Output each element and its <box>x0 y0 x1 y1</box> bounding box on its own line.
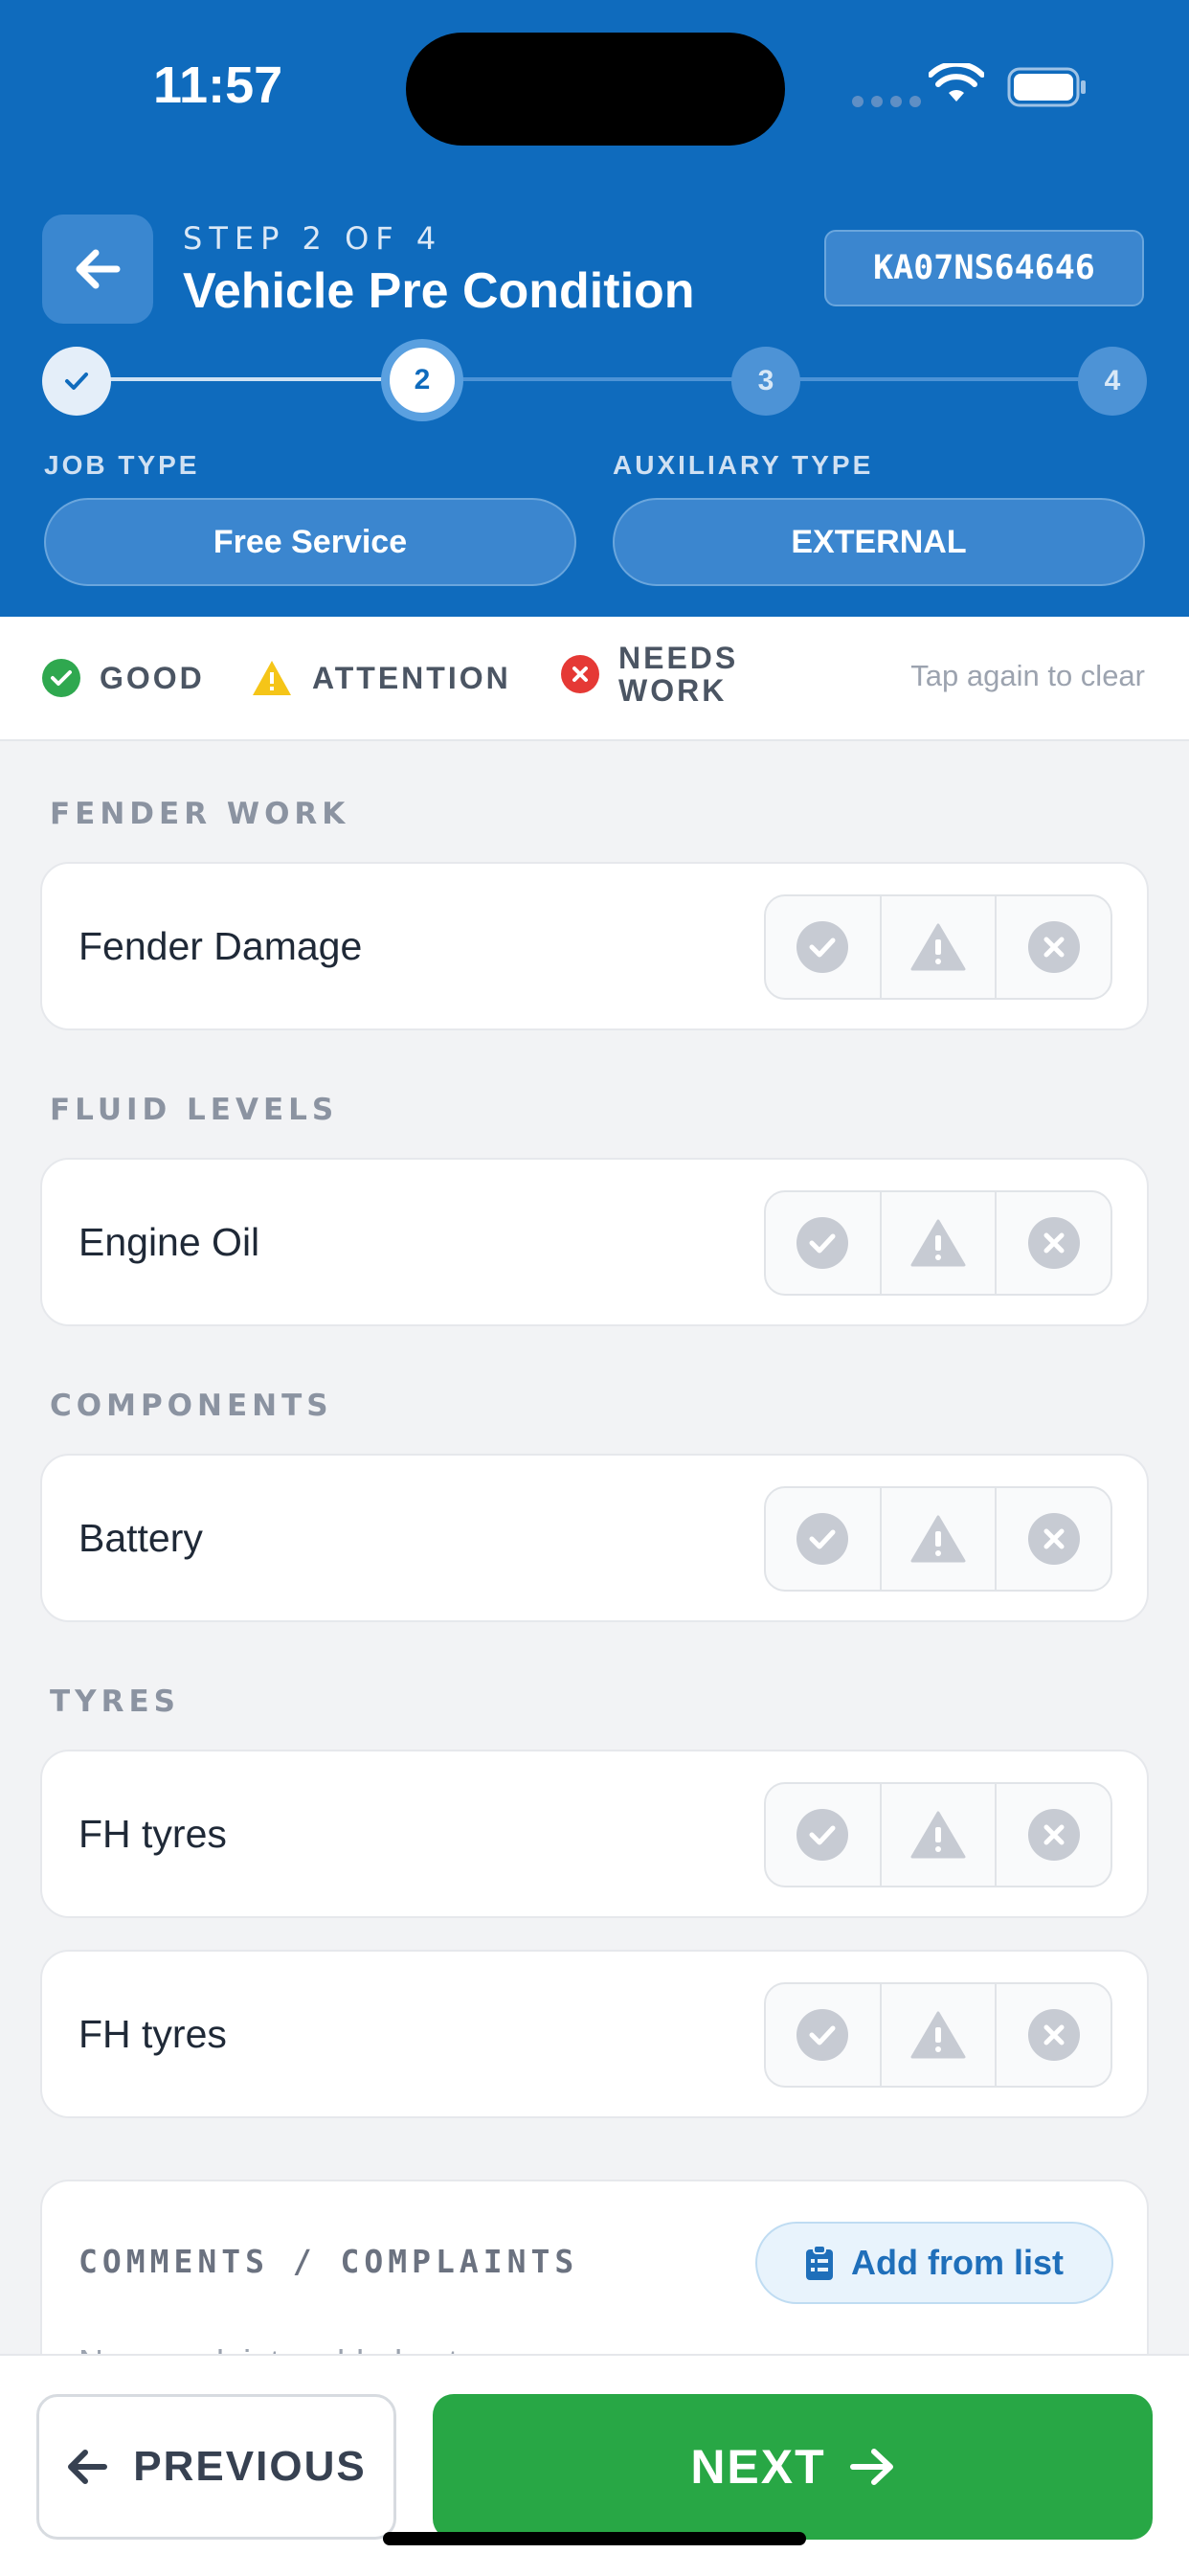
arrow-left-icon <box>68 2450 108 2484</box>
check-circle-icon <box>796 1217 849 1269</box>
mark-attention-button[interactable] <box>882 1192 998 1294</box>
page-title: Vehicle Pre Condition <box>183 263 695 319</box>
item-label: Battery <box>79 1515 203 1560</box>
item-label: Fender Damage <box>79 923 363 968</box>
x-circle-icon <box>1027 2009 1080 2061</box>
step-label: STEP 2 OF 4 <box>183 220 443 257</box>
step-3-upcoming: 3 <box>731 347 800 416</box>
inspection-item: Fender Damage <box>40 862 1149 1030</box>
inspection-item: Engine Oil <box>40 1158 1149 1326</box>
mark-good-button[interactable] <box>766 896 882 998</box>
job-type-select[interactable]: Free Service <box>44 498 576 586</box>
check-circle-icon <box>796 1513 849 1565</box>
step-4-number: 4 <box>1104 365 1121 396</box>
inspection-item: Battery <box>40 1454 1149 1622</box>
mark-good-button[interactable] <box>766 1192 882 1294</box>
aux-type-label: AUXILIARY TYPE <box>613 450 874 480</box>
status-selector <box>764 1982 1112 2088</box>
mark-needs-work-button[interactable] <box>997 1984 1110 2086</box>
good-check-icon <box>42 659 80 697</box>
warning-triangle-icon <box>910 923 966 971</box>
section-title-components: COMPONENTS <box>50 1389 333 1423</box>
warning-triangle-icon <box>910 1811 966 1859</box>
mark-attention-button[interactable] <box>882 1984 998 2086</box>
aux-type-select[interactable]: EXTERNAL <box>613 498 1145 586</box>
legend-good: GOOD <box>42 659 205 697</box>
status-time: 11:57 <box>153 56 283 114</box>
status-selector <box>764 1486 1112 1592</box>
inspection-item: FH tyres <box>40 1950 1149 2118</box>
section-title-fender-work: FENDER WORK <box>50 797 350 831</box>
arrow-left-icon <box>76 249 121 289</box>
clipboard-list-icon <box>806 2245 833 2280</box>
check-circle-icon <box>796 1809 849 1861</box>
mark-good-button[interactable] <box>766 1784 882 1886</box>
cellular-signal-icon <box>852 96 921 107</box>
step-1-done <box>42 347 111 416</box>
x-circle-icon <box>1027 1217 1080 1269</box>
status-legend: GOOD ATTENTION NEEDS WORK Tap again to c… <box>0 617 1189 741</box>
mark-needs-work-button[interactable] <box>997 896 1110 998</box>
add-from-list-button[interactable]: Add from list <box>755 2222 1113 2304</box>
warning-triangle-icon <box>910 1219 966 1267</box>
mark-good-button[interactable] <box>766 1984 882 2086</box>
status-selector <box>764 1782 1112 1887</box>
next-button[interactable]: NEXT <box>433 2394 1153 2540</box>
status-selector <box>764 1190 1112 1296</box>
legend-attention: ATTENTION <box>251 659 511 697</box>
step-3-number: 3 <box>757 365 774 396</box>
warning-triangle-icon <box>910 1515 966 1563</box>
header: 11:57 STEP 2 OF 4 Vehicle Pre Condition … <box>0 0 1189 617</box>
comments-title: COMMENTS / COMPLAINTS <box>79 2243 579 2280</box>
dynamic-island <box>406 33 785 146</box>
section-title-tyres: TYRES <box>50 1684 180 1719</box>
item-label: FH tyres <box>79 2011 227 2056</box>
previous-button[interactable]: PREVIOUS <box>36 2394 396 2540</box>
check-circle-icon <box>796 921 849 973</box>
wifi-icon <box>929 63 984 102</box>
status-selector <box>764 894 1112 1000</box>
x-circle-icon <box>1027 1513 1080 1565</box>
section-title-fluid-levels: FLUID LEVELS <box>50 1093 339 1127</box>
battery-icon <box>1007 67 1086 107</box>
item-label: Engine Oil <box>79 1219 260 1264</box>
mark-attention-button[interactable] <box>882 1488 998 1590</box>
inspection-item: FH tyres <box>40 1750 1149 1918</box>
job-type-label: JOB TYPE <box>44 450 200 480</box>
mark-good-button[interactable] <box>766 1488 882 1590</box>
mark-attention-button[interactable] <box>882 896 998 998</box>
arrow-right-icon <box>849 2449 893 2485</box>
check-icon <box>65 373 88 390</box>
stepper-track-done <box>77 377 421 381</box>
vehicle-plate-badge: KA07NS64646 <box>824 230 1144 306</box>
back-button[interactable] <box>42 215 153 324</box>
x-circle-icon <box>1027 1809 1080 1861</box>
step-2-current: 2 <box>381 339 463 421</box>
step-2-number: 2 <box>414 364 431 395</box>
legend-needs-work: NEEDS WORK <box>561 642 738 707</box>
mark-needs-work-button[interactable] <box>997 1784 1110 1886</box>
warning-icon <box>253 661 291 695</box>
mark-attention-button[interactable] <box>882 1784 998 1886</box>
check-circle-icon <box>796 2009 849 2061</box>
warning-triangle-icon <box>910 2011 966 2059</box>
item-label: FH tyres <box>79 1811 227 1856</box>
step-4-upcoming: 4 <box>1078 347 1147 416</box>
home-indicator <box>383 2532 806 2545</box>
error-x-icon <box>561 655 599 693</box>
legend-hint: Tap again to clear <box>910 659 1145 692</box>
x-circle-icon <box>1027 921 1080 973</box>
mark-needs-work-button[interactable] <box>997 1192 1110 1294</box>
mark-needs-work-button[interactable] <box>997 1488 1110 1590</box>
